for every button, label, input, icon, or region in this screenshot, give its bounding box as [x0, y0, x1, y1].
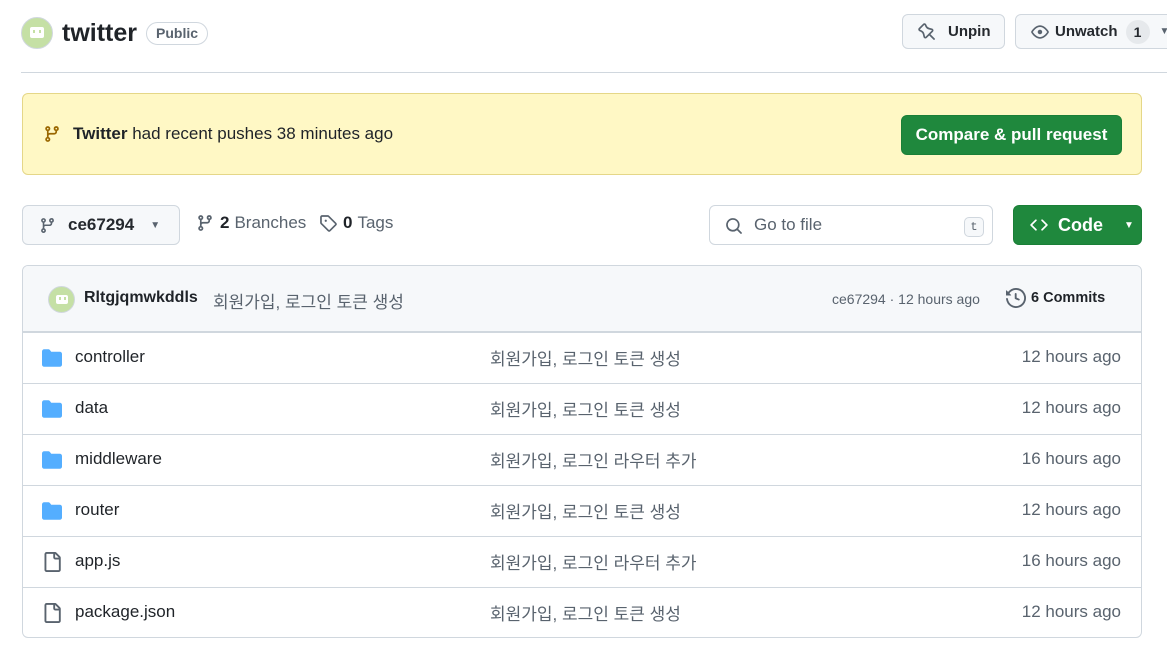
- file-commit-message[interactable]: 회원가입, 로그인 토큰 생성: [490, 498, 681, 523]
- branch-icon: [45, 126, 59, 142]
- code-icon: [1030, 219, 1048, 231]
- folder-icon: [42, 501, 62, 526]
- branch-icon: [41, 217, 54, 233]
- unwatch-button[interactable]: Unwatch 1 ▼: [1015, 14, 1167, 49]
- unpin-label: Unpin: [948, 23, 991, 40]
- header-divider: [21, 72, 1167, 73]
- commit-message[interactable]: 회원가입, 로그인 토큰 생성: [213, 288, 404, 313]
- repo-name[interactable]: twitter: [62, 19, 137, 48]
- commits-count-label: 6 Commits: [1031, 290, 1106, 306]
- branches-label: Branches: [234, 213, 307, 232]
- file-name[interactable]: middleware: [75, 449, 162, 469]
- file-commit-message[interactable]: 회원가입, 로그인 라우터 추가: [490, 447, 697, 472]
- folder-icon: [42, 450, 62, 475]
- history-icon: [1006, 288, 1026, 308]
- pin-icon: [918, 22, 935, 40]
- file-row[interactable]: router 회원가입, 로그인 토큰 생성 12 hours ago: [23, 485, 1141, 536]
- search-icon: [726, 218, 742, 234]
- file-commit-message[interactable]: 회원가입, 로그인 라우터 추가: [490, 549, 697, 574]
- file-icon: [42, 603, 62, 628]
- file-commit-message[interactable]: 회원가입, 로그인 토큰 생성: [490, 345, 681, 370]
- folder-icon: [42, 399, 62, 424]
- repo-owner-avatar[interactable]: [21, 17, 53, 49]
- file-commit-time: 12 hours ago: [1021, 602, 1121, 621]
- visibility-badge: Public: [146, 22, 209, 45]
- file-name[interactable]: data: [75, 398, 108, 418]
- banner-text: Twitter had recent pushes 38 minutes ago: [73, 124, 393, 144]
- code-button[interactable]: Code ▼: [1013, 205, 1142, 245]
- file-row[interactable]: middleware 회원가입, 로그인 라우터 추가 16 hours ago: [23, 434, 1141, 485]
- file-commit-time: 12 hours ago: [1021, 500, 1121, 519]
- search-shortcut-key: t: [964, 217, 984, 237]
- chevron-down-icon: ▼: [150, 219, 161, 231]
- file-commit-message[interactable]: 회원가입, 로그인 토큰 생성: [490, 396, 681, 421]
- file-table: Rltgjqmwkddls 회원가입, 로그인 토큰 생성 ce67294 · …: [22, 265, 1142, 638]
- file-name[interactable]: controller: [75, 347, 145, 367]
- commits-link[interactable]: 6 Commits: [1006, 288, 1105, 308]
- watch-count: 1: [1125, 19, 1150, 44]
- banner-branch-name[interactable]: Twitter: [73, 124, 127, 143]
- branch-icon: [198, 215, 212, 231]
- go-to-file-input[interactable]: [754, 214, 954, 236]
- tags-label: Tags: [357, 213, 394, 232]
- branches-count: 2: [220, 213, 230, 232]
- unwatch-label: Unwatch: [1055, 23, 1118, 40]
- unpin-button[interactable]: Unpin: [902, 14, 1005, 49]
- folder-icon: [42, 348, 62, 373]
- file-commit-time: 12 hours ago: [1021, 398, 1121, 417]
- file-icon: [42, 552, 62, 577]
- file-name[interactable]: router: [75, 500, 119, 520]
- file-name[interactable]: app.js: [75, 551, 120, 571]
- go-to-file-search[interactable]: t: [709, 205, 993, 245]
- tags-link[interactable]: 0 Tags: [319, 213, 393, 233]
- banner-message: had recent pushes 38 minutes ago: [127, 124, 394, 143]
- tags-count: 0: [343, 213, 353, 232]
- branches-link[interactable]: 2 Branches: [196, 213, 306, 233]
- file-row[interactable]: app.js 회원가입, 로그인 라우터 추가 16 hours ago: [23, 536, 1141, 587]
- recent-push-banner: Twitter had recent pushes 38 minutes ago…: [22, 93, 1142, 175]
- latest-commit-bar: Rltgjqmwkddls 회원가입, 로그인 토큰 생성 ce67294 · …: [23, 266, 1141, 332]
- commit-meta[interactable]: ce67294 · 12 hours ago: [832, 291, 980, 307]
- commit-author[interactable]: Rltgjqmwkddls: [84, 289, 198, 307]
- file-row[interactable]: data 회원가입, 로그인 토큰 생성 12 hours ago: [23, 383, 1141, 434]
- current-ref: ce67294: [68, 215, 135, 234]
- chevron-down-icon[interactable]: ▼: [1160, 26, 1167, 37]
- file-commit-message[interactable]: 회원가입, 로그인 토큰 생성: [490, 600, 681, 625]
- compare-pull-request-button[interactable]: Compare & pull request: [901, 115, 1122, 155]
- file-commit-time: 16 hours ago: [1021, 551, 1121, 570]
- file-row[interactable]: controller 회원가입, 로그인 토큰 생성 12 hours ago: [23, 332, 1141, 383]
- file-commit-time: 12 hours ago: [1021, 347, 1121, 366]
- chevron-down-icon: ▼: [1124, 219, 1134, 231]
- file-commit-time: 16 hours ago: [1021, 449, 1121, 468]
- file-name[interactable]: package.json: [75, 602, 175, 622]
- file-row[interactable]: package.json 회원가입, 로그인 토큰 생성 12 hours ago: [23, 587, 1141, 637]
- eye-icon: [1031, 24, 1049, 39]
- code-label: Code: [1058, 214, 1103, 235]
- tag-icon: [320, 215, 337, 232]
- branch-selector[interactable]: ce67294 ▼: [22, 205, 180, 245]
- commit-author-avatar[interactable]: [48, 286, 75, 313]
